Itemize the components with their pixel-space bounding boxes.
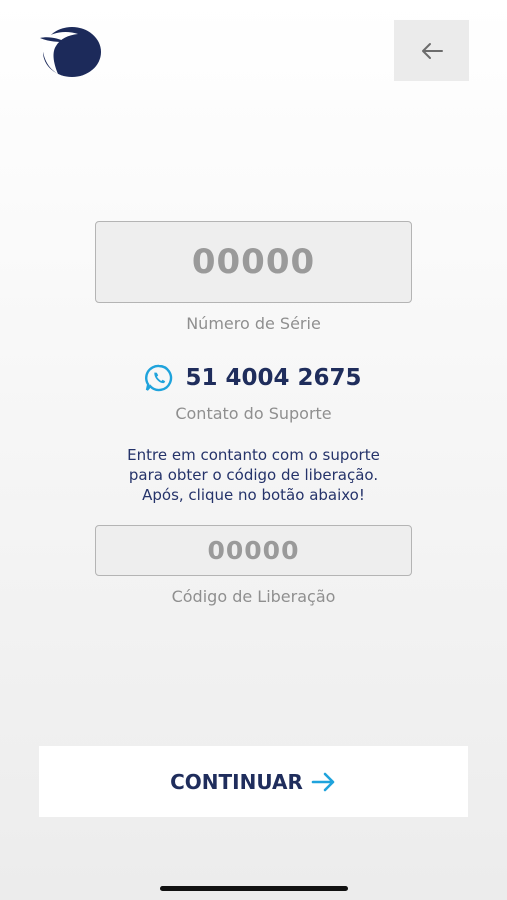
home-indicator[interactable] bbox=[160, 886, 348, 891]
continue-button[interactable]: CONTINUAR bbox=[39, 746, 468, 817]
serial-number-value: 00000 bbox=[191, 242, 316, 282]
support-phone-number: 51 4004 2675 bbox=[185, 365, 362, 391]
whatsapp-icon bbox=[145, 364, 173, 392]
arrow-right-icon bbox=[311, 772, 335, 791]
release-code-field[interactable]: 00000 bbox=[95, 525, 412, 576]
support-contact-label: Contato do Suporte bbox=[175, 404, 332, 423]
continue-button-label: CONTINUAR bbox=[170, 769, 303, 794]
back-button[interactable] bbox=[394, 20, 469, 81]
instructions-line: Após, clique no botão abaixo! bbox=[142, 486, 365, 504]
eagle-logo-icon bbox=[38, 24, 102, 78]
serial-number-field[interactable]: 00000 bbox=[95, 221, 412, 303]
instructions-line: Entre em contanto com o suporte bbox=[127, 446, 380, 464]
instructions-text: Entre em contanto com o suporte para obt… bbox=[0, 445, 507, 505]
support-phone[interactable]: 51 4004 2675 bbox=[0, 364, 507, 392]
release-code-label: Código de Liberação bbox=[171, 587, 336, 606]
release-code-placeholder: 00000 bbox=[207, 536, 300, 565]
instructions-line: para obter o código de liberação. bbox=[128, 466, 379, 484]
arrow-left-icon bbox=[421, 42, 443, 59]
serial-number-label: Número de Série bbox=[186, 314, 321, 333]
